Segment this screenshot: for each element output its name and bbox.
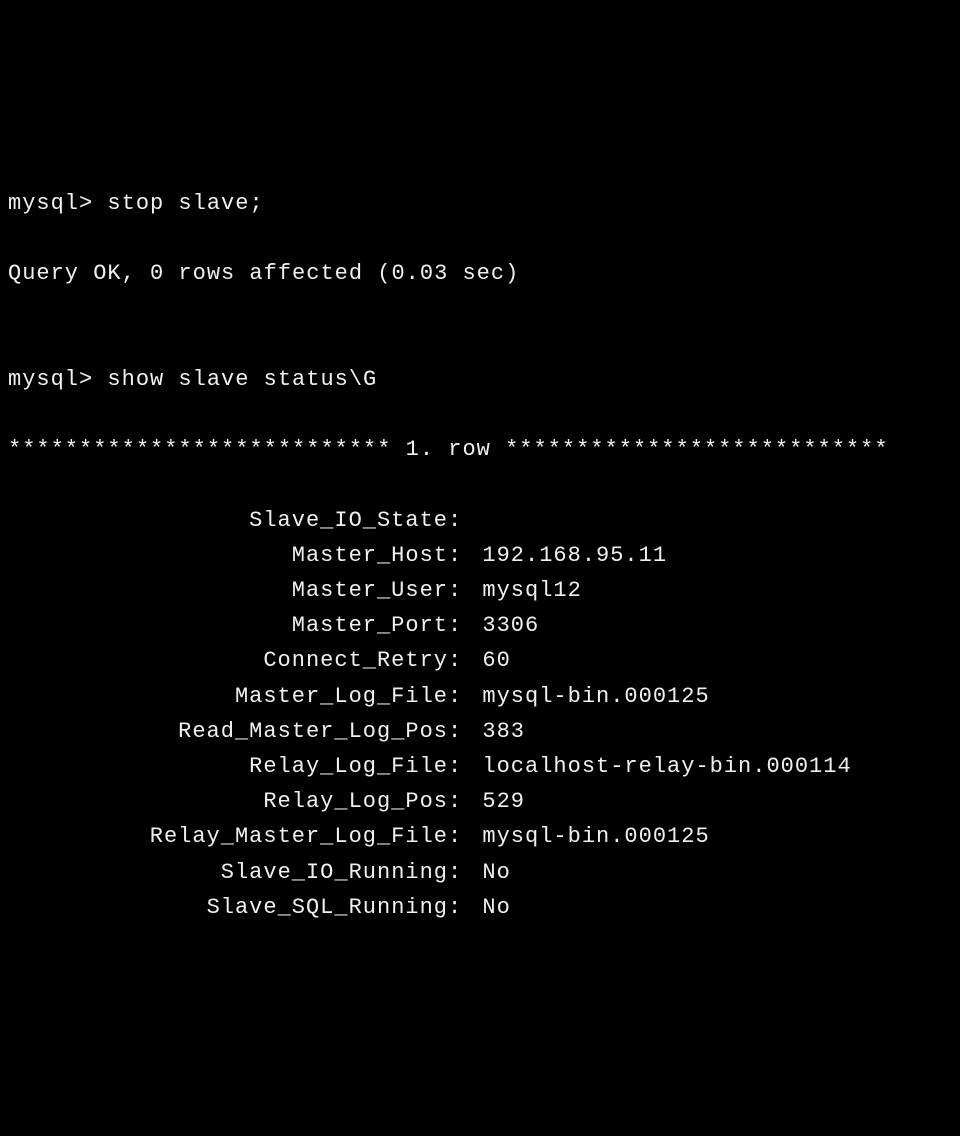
status-row: Relay_Log_Pos: 529 (8, 784, 952, 819)
status-row: Master_Log_File: mysql-bin.000125 (8, 679, 952, 714)
status-value: mysql-bin.000125 (468, 819, 709, 854)
status-row: Relay_Log_File: localhost-relay-bin.0001… (8, 749, 952, 784)
command-line-2: mysql> show slave status\G (8, 362, 952, 397)
terminal-output: mysql> stop slave; Query OK, 0 rows affe… (8, 151, 952, 960)
status-key: Master_Host (8, 538, 448, 573)
mysql-prompt: mysql> (8, 186, 93, 221)
status-row: Master_Host: 192.168.95.11 (8, 538, 952, 573)
status-colon: : (448, 749, 468, 784)
status-row: Slave_SQL_Running: No (8, 890, 952, 925)
status-key: Relay_Log_Pos (8, 784, 448, 819)
status-value: 3306 (468, 608, 539, 643)
status-rows: Slave_IO_State: Master_Host: 192.168.95.… (8, 503, 952, 925)
status-row: Read_Master_Log_Pos: 383 (8, 714, 952, 749)
status-key: Slave_IO_Running (8, 855, 448, 890)
status-colon: : (448, 608, 468, 643)
status-value: 60 (468, 643, 511, 678)
status-key: Master_User (8, 573, 448, 608)
status-colon: : (448, 890, 468, 925)
status-key: Master_Log_File (8, 679, 448, 714)
status-colon: : (448, 679, 468, 714)
status-colon: : (448, 503, 468, 538)
status-value: 529 (468, 784, 525, 819)
status-colon: : (448, 819, 468, 854)
status-colon: : (448, 855, 468, 890)
status-colon: : (448, 643, 468, 678)
status-value: No (468, 890, 511, 925)
status-value: No (468, 855, 511, 890)
status-row: Slave_IO_State: (8, 503, 952, 538)
status-colon: : (448, 573, 468, 608)
status-key: Master_Port (8, 608, 448, 643)
status-key: Connect_Retry (8, 643, 448, 678)
status-value: 192.168.95.11 (468, 538, 667, 573)
status-row: Master_Port: 3306 (8, 608, 952, 643)
row-header: *************************** 1. row *****… (8, 432, 952, 467)
status-value: mysql12 (468, 573, 582, 608)
status-row: Master_User: mysql12 (8, 573, 952, 608)
status-value: localhost-relay-bin.000114 (468, 749, 851, 784)
status-key: Slave_IO_State (8, 503, 448, 538)
status-key: Slave_SQL_Running (8, 890, 448, 925)
status-value (468, 503, 482, 538)
status-key: Relay_Log_File (8, 749, 448, 784)
command-text: stop slave; (107, 186, 263, 221)
command-text: show slave status\G (107, 362, 377, 397)
query-response: Query OK, 0 rows affected (0.03 sec) (8, 256, 952, 291)
mysql-prompt: mysql> (8, 362, 93, 397)
status-key: Read_Master_Log_Pos (8, 714, 448, 749)
status-value: 383 (468, 714, 525, 749)
command-line-1: mysql> stop slave; (8, 186, 952, 221)
status-colon: : (448, 538, 468, 573)
status-row: Relay_Master_Log_File: mysql-bin.000125 (8, 819, 952, 854)
status-row: Connect_Retry: 60 (8, 643, 952, 678)
status-row: Slave_IO_Running: No (8, 855, 952, 890)
status-colon: : (448, 784, 468, 819)
status-value: mysql-bin.000125 (468, 679, 709, 714)
status-colon: : (448, 714, 468, 749)
status-key: Relay_Master_Log_File (8, 819, 448, 854)
